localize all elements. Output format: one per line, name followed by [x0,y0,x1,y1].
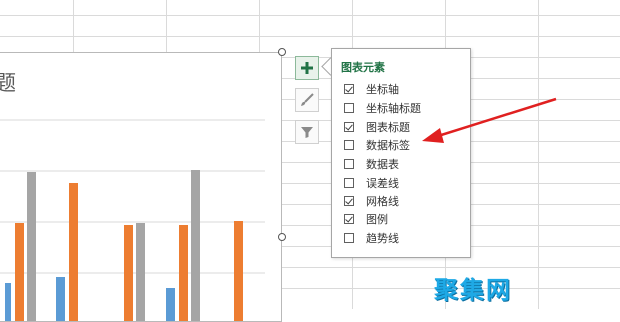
annotation-arrow [422,97,557,143]
watermark-logo: 聚集网 [434,276,512,304]
